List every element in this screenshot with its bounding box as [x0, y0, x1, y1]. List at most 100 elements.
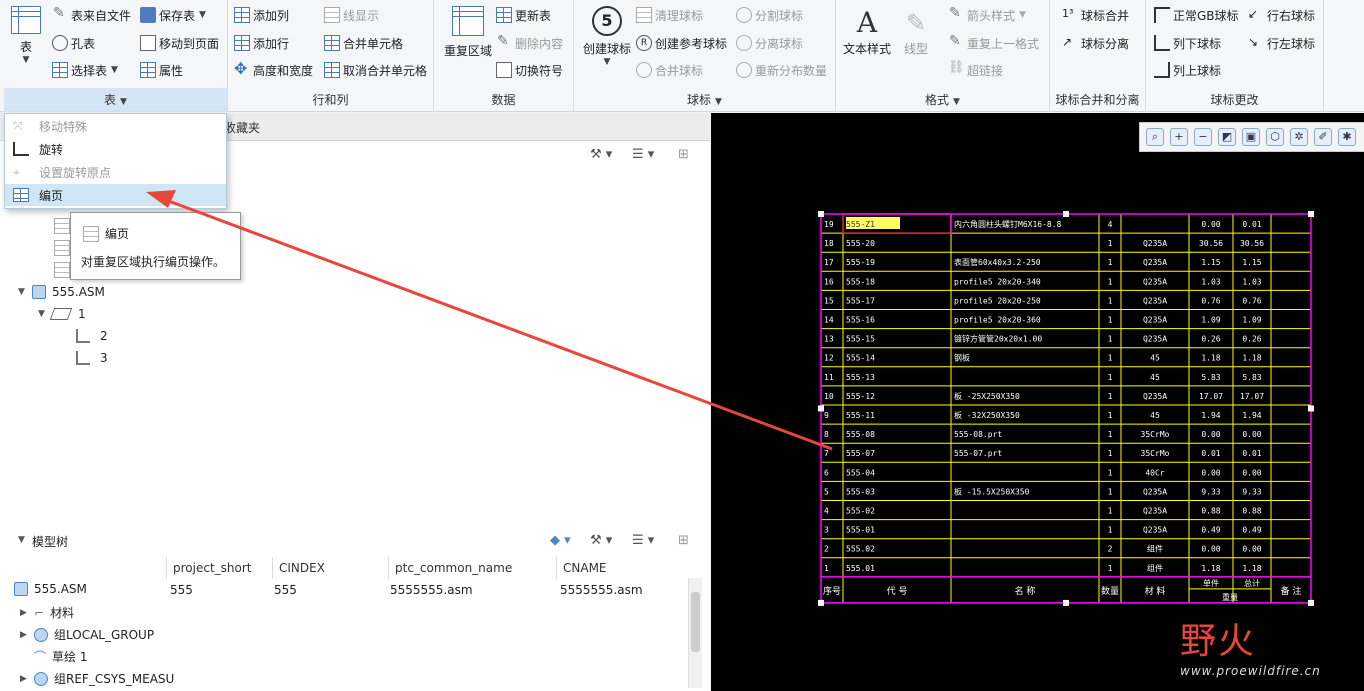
- bom-cell: 12: [824, 354, 834, 363]
- bom-cell: 1: [1108, 487, 1113, 496]
- column-header[interactable]: CINDEX: [272, 557, 388, 579]
- tree-item-view[interactable]: 2: [76, 329, 108, 343]
- balloon-merge-button[interactable]: 1³ 球标合并: [1062, 4, 1129, 26]
- hole-table-button[interactable]: 孔表: [52, 32, 95, 54]
- bom-cell: 555-18: [846, 277, 875, 286]
- delete-content-button[interactable]: 删除内容: [496, 32, 563, 54]
- column-header[interactable]: project_short: [166, 557, 272, 579]
- add-column-button[interactable]: 添加列: [234, 4, 289, 26]
- height-width-button[interactable]: 高度和宽度: [234, 59, 313, 81]
- detach-balloons-button[interactable]: 分离球标: [736, 32, 803, 54]
- arrow-style-button[interactable]: 箭头样式▼: [948, 4, 1026, 26]
- line-style-button[interactable]: ✎ 线型: [896, 6, 936, 57]
- switch-symbols-button[interactable]: 切换符号: [496, 59, 563, 81]
- merge-cells-button[interactable]: 合并单元格: [324, 32, 403, 54]
- normal-gb-balloon-button[interactable]: 正常GB球标: [1154, 4, 1239, 26]
- save-table-button[interactable]: 保存表 ▼: [140, 4, 206, 26]
- bom-cell: 555-20: [846, 239, 875, 248]
- expand-triangle-icon[interactable]: ▼: [18, 287, 32, 297]
- tree-item-view[interactable]: 3: [76, 351, 108, 365]
- bom-cell: 1.03: [1242, 277, 1261, 286]
- bom-cell: 40Cr: [1145, 468, 1164, 477]
- scrollbar-thumb[interactable]: [691, 592, 700, 652]
- select-table-button[interactable]: 选择表 ▼: [52, 59, 118, 81]
- expand-triangle-icon[interactable]: ▶: [20, 630, 34, 640]
- model-tree-scrollbar[interactable]: [688, 578, 702, 688]
- tree-item-asm[interactable]: ▼ 555.ASM: [18, 285, 105, 299]
- expand-triangle-icon[interactable]: ▶: [20, 608, 34, 618]
- graphics-window[interactable]: ⌕ + − ◩ ▣ ⬡ ✲ ✐ ✱ 19 555-Z1 内六角圆柱头螺钉M6X16-…: [711, 113, 1364, 691]
- show-menu-icon[interactable]: ☰ ▾: [632, 147, 654, 162]
- tree-item-sheet[interactable]: ▼ 1: [38, 307, 86, 321]
- save-table-label: 保存表: [159, 8, 196, 23]
- tree-item-label: 1: [78, 307, 86, 321]
- settings-tool-icon[interactable]: ⚒ ▾: [590, 533, 612, 548]
- table-from-file-button[interactable]: 表来自文件: [52, 4, 131, 26]
- create-balloon-label: 创建球标: [582, 42, 631, 56]
- collapse-triangle-icon[interactable]: ▼: [18, 535, 32, 545]
- bom-cell: 2: [1108, 545, 1113, 554]
- ref-balloon-icon: R: [636, 35, 652, 51]
- table-button[interactable]: 表 ▼: [6, 6, 46, 65]
- chevron-down-icon: ▼: [715, 97, 722, 107]
- merge-balloons-button[interactable]: 合并球标: [636, 59, 703, 81]
- group-label-balloons[interactable]: 球标 ▼: [574, 91, 835, 108]
- create-ref-balloon-button[interactable]: R 创建参考球标: [636, 32, 727, 54]
- clean-balloons-button[interactable]: 清理球标: [636, 4, 703, 26]
- layers-icon[interactable]: ◆ ▾: [550, 533, 571, 548]
- unmerge-cells-icon: [324, 62, 340, 78]
- tab-favorites[interactable]: 收藏夹: [224, 119, 260, 136]
- show-lines-button[interactable]: 线显示: [324, 4, 379, 26]
- group-label-table[interactable]: 表 ▼: [4, 88, 227, 112]
- menu-item-paginate[interactable]: 编页: [5, 184, 226, 206]
- split-balloons-button[interactable]: 分割球标: [736, 4, 803, 26]
- menu-item-move-special[interactable]: ⤧ 移动特殊: [5, 115, 226, 137]
- bom-cell: 0.88: [1201, 507, 1220, 516]
- column-up-balloon-button[interactable]: 列上球标: [1154, 59, 1221, 81]
- group-label-format[interactable]: 格式 ▼: [836, 91, 1049, 108]
- unmerge-cells-button[interactable]: 取消合并单元格: [324, 59, 427, 81]
- column-header[interactable]: CNAME: [556, 557, 696, 579]
- repeat-last-format-button[interactable]: 重复上一格式: [948, 32, 1039, 54]
- column-down-balloon-button[interactable]: 列下球标: [1154, 32, 1221, 54]
- row-right-label: 行右球标: [1267, 8, 1316, 23]
- repeat-region-icon: [452, 6, 484, 36]
- repeat-region-button[interactable]: 重复区域: [438, 6, 498, 59]
- update-table-button[interactable]: 更新表: [496, 4, 551, 26]
- hyperlink-button[interactable]: 超链接: [948, 59, 1003, 81]
- split-balloons-label: 分割球标: [755, 8, 804, 23]
- watermark-url: www.proewildfire.cn: [1180, 664, 1321, 678]
- expand-triangle-icon[interactable]: ▶: [20, 674, 34, 684]
- add-row-button[interactable]: 添加行: [234, 32, 289, 54]
- bom-cell: 0.88: [1242, 507, 1261, 516]
- bom-cell: Q235A: [1143, 296, 1167, 305]
- show-menu-icon[interactable]: ☰ ▾: [632, 533, 654, 548]
- view-icon: [76, 329, 90, 343]
- redistribute-button[interactable]: 重新分布数量: [736, 59, 827, 81]
- text-style-button[interactable]: A 文本样式: [840, 6, 894, 57]
- eraser-icon: [496, 33, 512, 51]
- model-tree-row[interactable]: 555.ASM: [14, 582, 87, 596]
- bom-table-drawing[interactable]: 19 555-Z1 内六角圆柱头螺钉M6X16-8.8 4 0.00 0.0118 555-…: [711, 113, 1364, 691]
- balloon-detach-button[interactable]: ↗ 球标分离: [1062, 32, 1129, 54]
- model-tree-row[interactable]: ▶ 组REF_CSYS_MEASU: [20, 670, 174, 687]
- filter-icon[interactable]: ⊞: [678, 533, 689, 548]
- create-balloon-button[interactable]: 5 创建球标 ▼: [578, 6, 636, 67]
- group-icon: [34, 671, 48, 686]
- model-tree-row[interactable]: ⌒ 草绘 1: [34, 648, 87, 665]
- column-header[interactable]: ptc_common_name: [388, 557, 556, 579]
- row-right-balloon-button[interactable]: ↙ 行右球标: [1248, 4, 1315, 26]
- move-to-page-button[interactable]: 移动到页面: [140, 32, 219, 54]
- menu-item-label: 移动特殊: [39, 119, 88, 134]
- settings-tool-icon[interactable]: ⚒ ▾: [590, 147, 612, 162]
- lines-icon: [324, 7, 340, 23]
- menu-item-set-rotation-origin[interactable]: ⌖ 设置旋转原点: [5, 161, 226, 183]
- bom-cell: 1: [1108, 335, 1113, 344]
- properties-button[interactable]: 属性: [140, 59, 183, 81]
- menu-item-rotate[interactable]: 旋转: [5, 138, 226, 160]
- model-tree-row[interactable]: ▶ ⌐ 材料: [20, 604, 74, 621]
- add-row-icon: [234, 35, 250, 51]
- row-left-balloon-button[interactable]: ↘ 行左球标: [1248, 32, 1315, 54]
- model-tree-row[interactable]: ▶ 组LOCAL_GROUP: [20, 626, 154, 643]
- filter-icon[interactable]: ⊞: [678, 147, 689, 162]
